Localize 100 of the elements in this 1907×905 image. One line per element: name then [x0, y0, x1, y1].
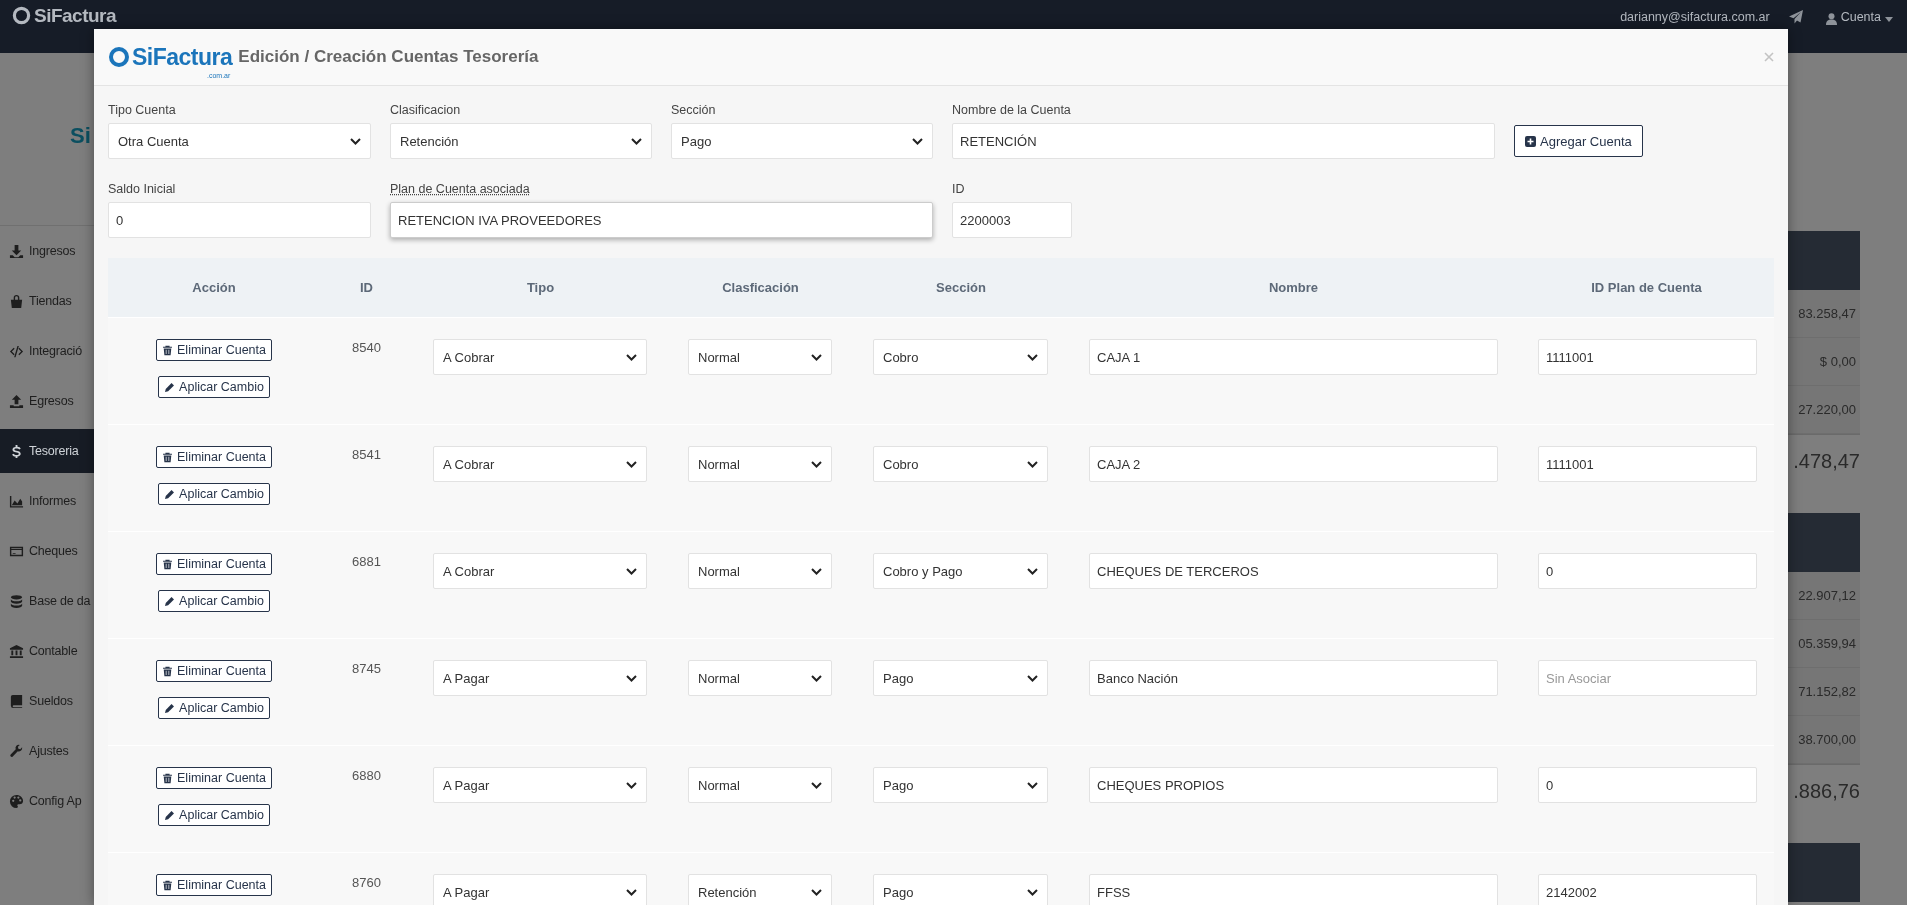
dropdown[interactable]: Pago — [671, 123, 933, 159]
sidebar-item[interactable]: Tiendas — [0, 276, 94, 326]
amount-cell: 38.700,00 — [1788, 716, 1860, 764]
dropdown[interactable]: A Cobrar — [433, 553, 647, 589]
apply-change-button[interactable]: Aplicar Cambio — [158, 483, 270, 505]
field-label: Nombre de la Cuenta — [952, 103, 1072, 118]
chevron-down-icon — [811, 888, 822, 896]
dropdown[interactable]: Normal — [688, 339, 832, 375]
account-menu[interactable]: Cuenta — [1825, 9, 1893, 25]
table-cell: 6880 — [352, 768, 381, 783]
delete-account-button[interactable]: Eliminar Cuenta — [156, 874, 272, 896]
trash-icon — [162, 451, 174, 463]
column-header: Sección — [935, 280, 987, 295]
dropdown[interactable]: Cobro y Pago — [873, 553, 1048, 589]
delete-account-button[interactable]: Eliminar Cuenta — [156, 339, 272, 361]
dropdown[interactable]: Retención — [390, 123, 652, 159]
brand-text: Si — [70, 123, 91, 148]
dropdown[interactable]: Pago — [873, 874, 1048, 905]
input-field[interactable]: 0 — [1538, 553, 1757, 589]
input-field[interactable]: 1111001 — [1538, 446, 1757, 482]
shopping-bag-icon — [9, 293, 24, 309]
apply-change-button[interactable]: Aplicar Cambio — [158, 804, 270, 826]
sidebar-item[interactable]: Egresos — [0, 376, 94, 426]
sidebar-item[interactable]: Sueldos — [0, 676, 94, 726]
logo-text: SiFactura — [34, 5, 117, 26]
dropdown[interactable]: Pago — [873, 660, 1048, 696]
paper-plane-icon[interactable] — [1787, 9, 1804, 25]
sidebar-item[interactable]: Ajustes — [0, 726, 94, 776]
input-field[interactable]: 2142002 — [1538, 874, 1757, 905]
sidebar-item[interactable]: Cheques — [0, 526, 94, 576]
field-label: Plan de Cuenta asociada — [390, 182, 530, 197]
search-field[interactable]: RETENCION IVA PROVEEDORES — [390, 202, 933, 238]
dropdown[interactable]: A Pagar — [433, 660, 647, 696]
sidebar-item[interactable]: Ingresos — [0, 226, 94, 276]
sidebar-item[interactable]: Contable — [0, 626, 94, 676]
chevron-down-icon — [626, 781, 637, 789]
dropdown[interactable]: Retención — [688, 874, 832, 905]
pencil-icon — [164, 702, 176, 714]
dropdown[interactable]: Otra Cuenta — [108, 123, 371, 159]
dropdown[interactable]: A Pagar — [433, 767, 647, 803]
input-field[interactable]: 2200003 — [952, 202, 1072, 238]
sidebar-item[interactable]: Config Ap — [0, 776, 94, 826]
trash-icon — [162, 772, 174, 784]
chevron-down-icon — [626, 353, 637, 361]
trash-icon — [162, 344, 174, 356]
delete-account-button[interactable]: Eliminar Cuenta — [156, 660, 272, 682]
input-field[interactable]: RETENCIÓN — [952, 123, 1495, 159]
pencil-icon — [164, 595, 176, 607]
input-field[interactable]: 0 — [108, 202, 371, 238]
amount-cell: 83.258,47 — [1788, 290, 1860, 338]
input-field[interactable]: 0 — [1538, 767, 1757, 803]
amount-cell: $ 0,00 — [1788, 338, 1860, 386]
dropdown[interactable]: Normal — [688, 767, 832, 803]
delete-account-button[interactable]: Eliminar Cuenta — [156, 767, 272, 789]
add-account-button[interactable]: Agregar Cuenta — [1514, 125, 1643, 157]
column-header: Acción — [191, 280, 237, 295]
input-field[interactable]: Sin Asociar — [1538, 660, 1757, 696]
dropdown[interactable]: Normal — [688, 660, 832, 696]
sidebar-item[interactable]: Integració — [0, 326, 94, 376]
delete-account-button[interactable]: Eliminar Cuenta — [156, 446, 272, 468]
input-field[interactable]: CAJA 2 — [1089, 446, 1498, 482]
field-label: Clasificacion — [390, 103, 462, 118]
download-icon — [9, 243, 24, 259]
input-field[interactable]: FFSS — [1089, 874, 1498, 905]
dropdown[interactable]: A Cobrar — [433, 339, 647, 375]
dropdown[interactable]: Normal — [688, 553, 832, 589]
chevron-down-icon — [626, 674, 637, 682]
chevron-down-icon — [1027, 674, 1038, 682]
pencil-icon — [164, 381, 176, 393]
chevron-down-icon — [1027, 781, 1038, 789]
input-field[interactable]: CHEQUES DE TERCEROS — [1089, 553, 1498, 589]
trash-icon — [162, 879, 174, 891]
dropdown[interactable]: Cobro — [873, 446, 1048, 482]
panel-header — [1788, 231, 1860, 290]
caret-icon — [1885, 16, 1893, 22]
sidebar-item[interactable]: Informes — [0, 476, 94, 526]
chevron-down-icon — [350, 137, 361, 145]
sidebar-item[interactable]: Tesoreria — [0, 429, 94, 473]
input-field[interactable]: CHEQUES PROPIOS — [1089, 767, 1498, 803]
dropdown[interactable]: A Cobrar — [433, 446, 647, 482]
table-cell: 8760 — [352, 875, 381, 890]
apply-change-button[interactable]: Aplicar Cambio — [158, 376, 270, 398]
input-field[interactable]: CAJA 1 — [1089, 339, 1498, 375]
pencil-icon — [164, 488, 176, 500]
code-icon — [9, 343, 24, 359]
dollar-icon — [9, 443, 24, 459]
input-field[interactable]: Banco Nación — [1089, 660, 1498, 696]
apply-change-button[interactable]: Aplicar Cambio — [158, 590, 270, 612]
dropdown[interactable]: Cobro — [873, 339, 1048, 375]
field-label: Tipo Cuenta — [108, 103, 177, 118]
upload-icon — [9, 393, 24, 409]
chevron-down-icon — [811, 674, 822, 682]
apply-change-button[interactable]: Aplicar Cambio — [158, 697, 270, 719]
wrench-icon — [9, 743, 24, 759]
dropdown[interactable]: Pago — [873, 767, 1048, 803]
sidebar-item[interactable]: Base de da — [0, 576, 94, 626]
delete-account-button[interactable]: Eliminar Cuenta — [156, 553, 272, 575]
dropdown[interactable]: Normal — [688, 446, 832, 482]
dropdown[interactable]: A Pagar — [433, 874, 647, 905]
input-field[interactable]: 1111001 — [1538, 339, 1757, 375]
